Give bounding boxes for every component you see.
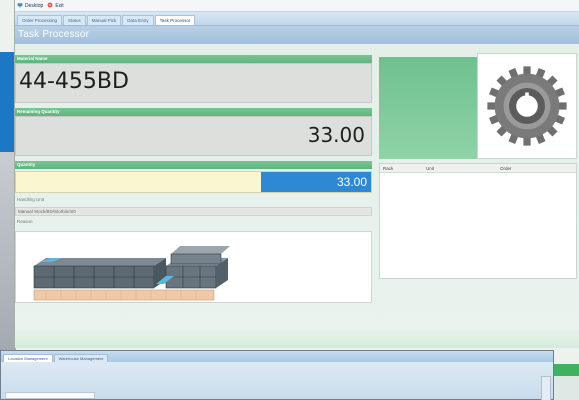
green-divider-panel (379, 57, 477, 159)
quantity-input[interactable]: 33.00 (261, 172, 371, 192)
material-name-label: Material Name (15, 55, 372, 63)
tab-data-entry[interactable]: Data Entry (122, 15, 154, 25)
menu-bar: Desktop Exit (15, 0, 579, 12)
window2-scrollbar[interactable] (541, 376, 551, 400)
pallet-image-box (15, 231, 372, 303)
column-header-unit[interactable]: Unit (426, 166, 434, 171)
tab-strip: Order Processing Status Manual Pick Data… (15, 12, 579, 26)
reason-label: Reason (17, 219, 33, 224)
column-header-order[interactable]: Order (500, 166, 512, 171)
desktop-icon (17, 2, 23, 10)
gear-icon (487, 66, 567, 146)
tab-status[interactable]: Status (63, 15, 86, 25)
remaining-quantity-field: 33.00 (15, 116, 372, 156)
quantity-field: 33.00 (15, 171, 372, 193)
material-name-field: 44-455BD (15, 63, 372, 103)
pallet-loading-icon (33, 246, 230, 301)
window2-tab-strip: Location Management Warehouse Management (1, 351, 553, 362)
menu-item-label: Exit (55, 2, 64, 9)
column-header-rack[interactable]: Rack (383, 166, 393, 171)
list-header: Rack Unit Order (380, 164, 576, 173)
material-name-value: 44-455BD (19, 69, 129, 94)
window2-field[interactable] (5, 392, 95, 399)
window2-body (1, 362, 553, 400)
tab-warehouse-management[interactable]: Warehouse Management (53, 354, 109, 362)
rack-list[interactable]: Rack Unit Order (379, 163, 577, 279)
quantity-label: Quantity (15, 161, 372, 169)
page-title: Task Processor (15, 26, 579, 44)
green-status-tab (554, 364, 579, 376)
tab-location-management[interactable]: Location Management (3, 354, 53, 362)
window2-right-edge (554, 376, 579, 400)
exit-icon (47, 2, 53, 10)
remaining-quantity-value: 33.00 (307, 123, 365, 147)
tab-task-processor[interactable]: Task Processor (154, 15, 196, 25)
task-form: Material Name 44-455BD Remaining Quantit… (15, 45, 579, 348)
location-management-window: Location Management Warehouse Management (0, 350, 554, 400)
part-image-box (477, 53, 577, 159)
remaining-quantity-label: Remaining Quantity (15, 108, 372, 116)
menu-item-exit[interactable]: Exit (47, 2, 64, 10)
menu-item-desktop[interactable]: Desktop (17, 2, 43, 10)
menu-item-label: Desktop (25, 2, 44, 9)
tab-manual-pick[interactable]: Manual Pick (86, 15, 122, 25)
task-processor-window: Desktop Exit Order Processing Status Man… (14, 0, 579, 348)
handling-unit-label: Handling Unit (17, 197, 45, 202)
tab-order-processing[interactable]: Order Processing (17, 15, 63, 25)
form-footer (15, 330, 579, 348)
handling-unit-field[interactable]: Manual Stock/BD/Storbin/4/0 (15, 207, 372, 216)
